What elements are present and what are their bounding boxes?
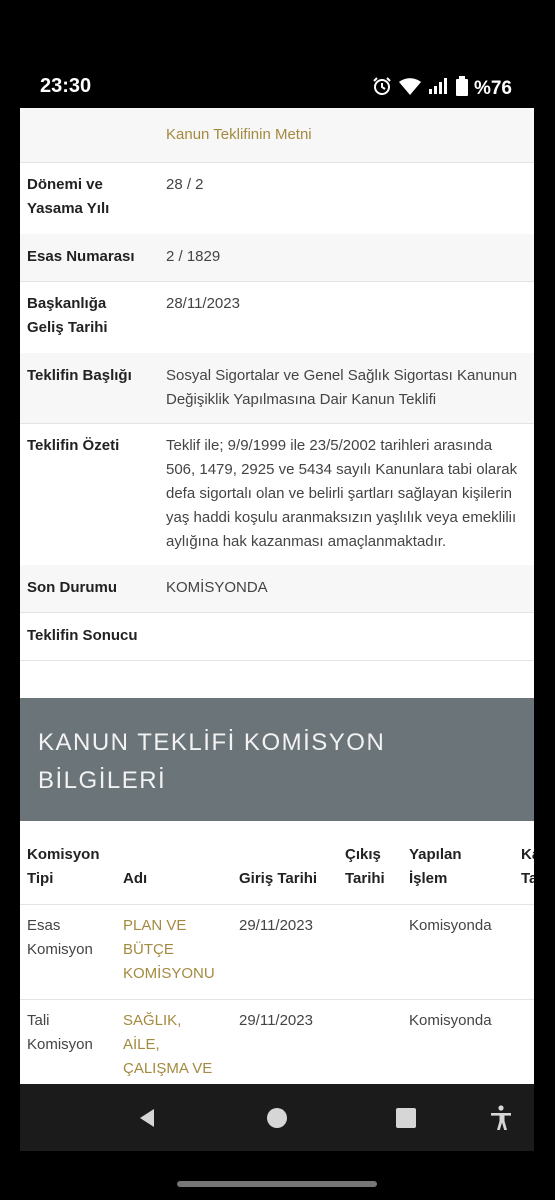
detail-row-term: Dönemi ve Yasama Yılı 28 / 2 [20, 162, 534, 235]
detail-row-date: Başkanlığa Geliş Tarihi 28/11/2023 [20, 281, 534, 354]
detail-row-number: Esas Numarası 2 / 1829 [20, 234, 534, 282]
detail-label: Son Durumu [27, 579, 117, 596]
status-icons: %76 [372, 76, 512, 102]
detail-row-result: Teklifin Sonucu [20, 612, 534, 661]
table-divider [20, 904, 534, 905]
text-link-row: Kanun Teklifinin Metni [20, 108, 534, 163]
section-title: KANUN TEKLİFİ KOMİSYON BİLGİLERİ [38, 729, 386, 794]
col-header-exit-date: Çıkış Tarihi [345, 846, 385, 887]
cell-type: Esas Komisyon [27, 917, 93, 958]
back-icon[interactable] [125, 1084, 169, 1151]
col-header-more: KaTa [521, 846, 534, 887]
detail-value: Sosyal Sigortalar ve Genel Sağlık Sigort… [166, 367, 518, 408]
alarm-icon [372, 76, 392, 102]
detail-value: 2 / 1829 [166, 248, 221, 265]
cell-action: Komisyonda [409, 917, 492, 934]
phone-screen: 23:30 %76 Kanun Teklifinin Metni Dönemi … [20, 66, 534, 1126]
col-header-name: Adı [123, 870, 148, 887]
detail-value: 28 / 2 [166, 176, 204, 193]
detail-row-title: Teklifin Başlığı Sosyal Sigortalar ve Ge… [20, 353, 534, 424]
commission-section-header: KANUN TEKLİFİ KOMİSYON BİLGİLERİ [20, 698, 534, 821]
cell-name-link[interactable]: PLAN VE BÜTÇE KOMİSYONU [123, 914, 215, 986]
detail-row-status: Son Durumu KOMİSYONDA [20, 565, 534, 613]
battery-percent: %76 [473, 78, 512, 99]
detail-label: Esas Numarası [27, 248, 135, 265]
detail-value: KOMİSYONDA [166, 579, 268, 596]
col-header-action: Yapılan İşlem [409, 846, 462, 887]
wifi-icon [398, 76, 422, 102]
status-bar: 23:30 %76 [20, 66, 534, 108]
status-time: 23:30 [40, 75, 92, 97]
signal-icon [428, 77, 450, 101]
detail-label: Dönemi ve Yasama Yılı [27, 176, 110, 217]
detail-value: Teklif ile; 9/9/1999 ile 23/5/2002 tarih… [166, 437, 518, 550]
detail-label: Teklifin Özeti [27, 437, 120, 454]
col-header-entry-date: Giriş Tarihi [239, 870, 318, 887]
cell-action: Komisyonda [409, 1012, 492, 1029]
accessibility-icon[interactable] [479, 1084, 523, 1151]
table-divider [20, 999, 534, 1000]
detail-row-summary: Teklifin Özeti Teklif ile; 9/9/1999 ile … [20, 423, 534, 566]
col-header-type: Komisyon Tipi [27, 846, 100, 887]
page-content[interactable]: Kanun Teklifinin Metni Dönemi ve Yasama Y… [20, 108, 534, 1083]
detail-value: 28/11/2023 [166, 295, 240, 312]
bill-text-link[interactable]: Kanun Teklifinin Metni [166, 123, 312, 147]
navigation-bar [20, 1084, 534, 1151]
battery-icon [455, 76, 468, 102]
cell-entry-date: 29/11/2023 [239, 1012, 313, 1029]
detail-label: Teklifin Sonucu [27, 627, 138, 644]
detail-label: Teklifin Başlığı [27, 367, 132, 384]
cell-entry-date: 29/11/2023 [239, 917, 313, 934]
detail-label: Başkanlığa Geliş Tarihi [27, 295, 108, 336]
home-icon[interactable] [255, 1084, 299, 1151]
recents-icon[interactable] [384, 1084, 428, 1151]
cell-name-link[interactable]: SAĞLIK, AİLE, ÇALIŞMA VE [123, 1009, 212, 1081]
home-indicator [177, 1181, 377, 1187]
cell-type: Tali Komisyon [27, 1012, 93, 1053]
